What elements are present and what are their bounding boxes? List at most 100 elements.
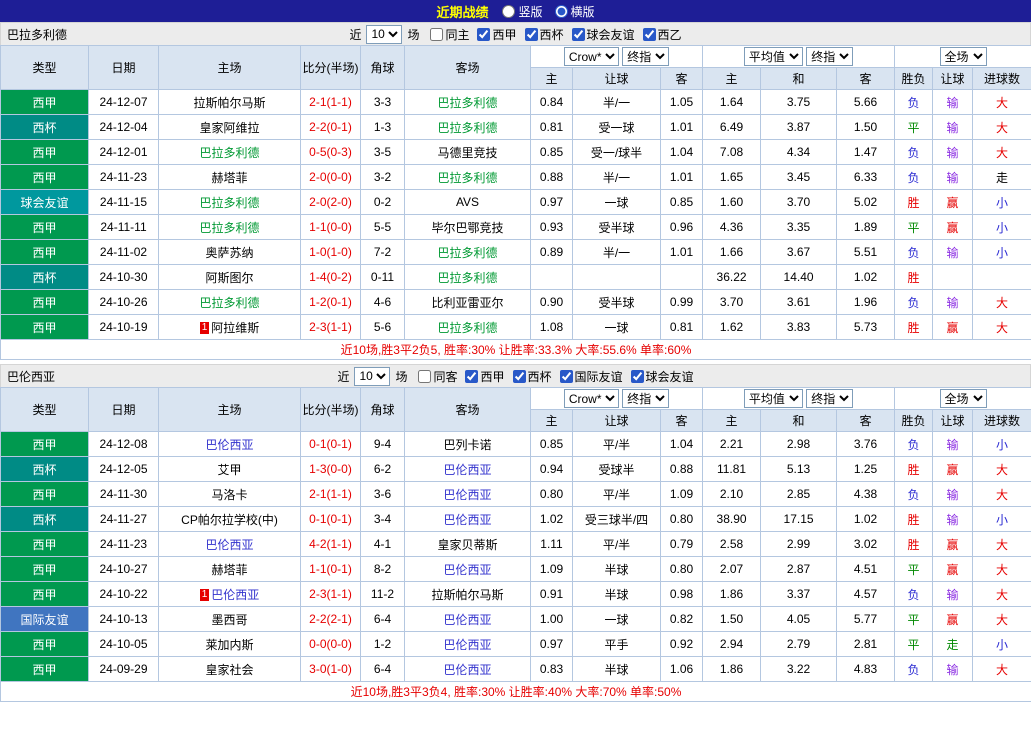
- europe-home-odds-cell: 1.50: [702, 606, 762, 632]
- home-team-cell[interactable]: 拉斯帕尔马斯: [158, 89, 301, 115]
- home-team-cell[interactable]: 巴拉多利德: [158, 189, 301, 215]
- league-cell: 西甲: [0, 581, 89, 607]
- home-team-cell[interactable]: 墨西哥: [158, 606, 301, 632]
- filter-checkbox-西乙[interactable]: 西乙: [642, 26, 682, 43]
- home-team-cell[interactable]: 赫塔菲: [158, 164, 301, 190]
- away-team-cell[interactable]: 巴拉多利德: [404, 89, 531, 115]
- away-team-cell[interactable]: 巴拉多利德: [404, 164, 531, 190]
- home-team-cell[interactable]: 莱加内斯: [158, 631, 301, 657]
- asia-away-odds-cell: 1.09: [659, 481, 704, 507]
- home-team-cell[interactable]: CP帕尔拉学校(中): [158, 506, 301, 532]
- match-row: 西杯 24-10-30 阿斯图尔 1-4(0-2) 0-11 巴拉多利德 36.22 14.4…: [0, 264, 1031, 290]
- score-cell: 1-1(0-0): [300, 214, 361, 240]
- away-team-cell[interactable]: 拉斯帕尔马斯: [404, 581, 531, 607]
- home-team-cell[interactable]: 皇家阿维拉: [158, 114, 301, 140]
- away-team-cell[interactable]: 巴拉多利德: [404, 114, 531, 140]
- europe-odds-source-select[interactable]: 平均值: [743, 389, 803, 408]
- home-team-cell[interactable]: 1 阿拉维斯: [158, 314, 301, 340]
- away-team-cell[interactable]: 比利亚雷亚尔: [404, 289, 531, 315]
- checkbox-input[interactable]: [418, 369, 432, 383]
- away-team-cell[interactable]: 巴伦西亚: [404, 506, 531, 532]
- asia-away-odds-cell: 0.88: [659, 456, 704, 482]
- handicap-result-cell: 赢: [932, 556, 974, 582]
- bookmaker-select[interactable]: Crow*: [563, 389, 619, 408]
- score-cell: 2-2(2-1): [300, 606, 361, 632]
- asia-odds-time-select[interactable]: 终指: [622, 47, 670, 66]
- away-team-cell[interactable]: 巴拉多利德: [404, 239, 531, 265]
- away-team-cell[interactable]: 毕尔巴鄂竞技: [404, 214, 531, 240]
- checkbox-input[interactable]: [477, 27, 491, 41]
- checkbox-input[interactable]: [571, 27, 585, 41]
- match-row: 西杯 24-12-05 艾甲 1-3(0-0) 6-2 巴伦西亚 0.94 受球半 0.88 11…: [0, 456, 1031, 482]
- radio-input[interactable]: [502, 4, 516, 18]
- checkbox-input[interactable]: [465, 369, 479, 383]
- radio-input[interactable]: [554, 4, 568, 18]
- away-team-cell[interactable]: 巴拉多利德: [404, 264, 531, 290]
- away-team-cell[interactable]: AVS: [404, 189, 531, 215]
- asia-odds-time-select[interactable]: 终指: [622, 389, 670, 408]
- layout-radio-竖版[interactable]: 竖版: [502, 3, 543, 20]
- europe-home-odds-cell: 6.49: [702, 114, 762, 140]
- home-team-cell[interactable]: 1 巴伦西亚: [158, 581, 301, 607]
- checkbox-label: 西乙: [657, 27, 682, 42]
- bookmaker-select[interactable]: Crow*: [563, 47, 619, 66]
- home-team-cell[interactable]: 巴伦西亚: [158, 431, 301, 457]
- checkbox-input[interactable]: [430, 27, 444, 41]
- scope-select[interactable]: 全场: [939, 47, 987, 66]
- checkbox-input[interactable]: [642, 27, 656, 41]
- home-team-cell[interactable]: 巴拉多利德: [158, 139, 301, 165]
- result-cell: 平: [894, 556, 934, 582]
- away-team-cell[interactable]: 巴伦西亚: [404, 456, 531, 482]
- handicap-result-cell: 输: [932, 164, 974, 190]
- europe-draw-odds-cell: 3.83: [760, 314, 838, 340]
- filter-checkbox-国际友谊[interactable]: 国际友谊: [559, 368, 623, 385]
- home-team-cell[interactable]: 巴拉多利德: [158, 289, 301, 315]
- europe-home-odds-cell: 38.90: [702, 506, 762, 532]
- europe-away-odds-cell: 5.77: [836, 606, 896, 632]
- home-team-cell[interactable]: 巴拉多利德: [158, 214, 301, 240]
- home-team-cell[interactable]: 马洛卡: [158, 481, 301, 507]
- filter-checkbox-西甲[interactable]: 西甲: [465, 368, 505, 385]
- home-team-cell[interactable]: 艾甲: [158, 456, 301, 482]
- home-team-cell[interactable]: 赫塔菲: [158, 556, 301, 582]
- away-team-cell[interactable]: 巴伦西亚: [404, 656, 531, 682]
- checkbox-input[interactable]: [630, 369, 644, 383]
- filter-checkbox-球会友谊[interactable]: 球会友谊: [571, 26, 635, 43]
- away-team-cell[interactable]: 巴拉多利德: [404, 314, 531, 340]
- filter-checkbox-西甲[interactable]: 西甲: [477, 26, 517, 43]
- sub-euro-draw: 和: [760, 409, 838, 432]
- checkbox-input[interactable]: [512, 369, 526, 383]
- layout-radio-横版[interactable]: 横版: [554, 3, 595, 20]
- away-team-cell[interactable]: 巴列卡诺: [404, 431, 531, 457]
- europe-away-odds-cell: 4.51: [836, 556, 896, 582]
- checkbox-input[interactable]: [524, 27, 538, 41]
- europe-odds-time-select[interactable]: 终指: [806, 47, 854, 66]
- checkbox-input[interactable]: [559, 369, 573, 383]
- europe-odds-time-select[interactable]: 终指: [806, 389, 854, 408]
- asia-handicap-cell: 半/一: [572, 239, 661, 265]
- home-team-cell[interactable]: 巴伦西亚: [158, 531, 301, 557]
- away-team-cell[interactable]: 巴伦西亚: [404, 606, 531, 632]
- recent-count-select[interactable]: 10: [354, 366, 391, 386]
- europe-odds-source-select[interactable]: 平均值: [743, 47, 803, 66]
- filter-checkbox-同主[interactable]: 同主: [430, 26, 469, 43]
- league-cell: 西甲: [0, 239, 89, 265]
- matches-body: 西甲 24-12-07 拉斯帕尔马斯 2-1(1-1) 3-3 巴拉多利德 0.84 半/一 1…: [0, 89, 1031, 340]
- filter-checkbox-同客[interactable]: 同客: [418, 368, 457, 385]
- away-team-cell[interactable]: 马德里竞技: [404, 139, 531, 165]
- filter-checkbox-球会友谊[interactable]: 球会友谊: [630, 368, 694, 385]
- europe-draw-odds-cell: 17.15: [760, 506, 838, 532]
- scope-select[interactable]: 全场: [939, 389, 987, 408]
- goals-result-cell: 大: [972, 456, 1031, 482]
- home-team-cell[interactable]: 奥萨苏纳: [158, 239, 301, 265]
- filter-checkbox-西杯[interactable]: 西杯: [524, 26, 564, 43]
- away-team-cell[interactable]: 巴伦西亚: [404, 481, 531, 507]
- asia-home-odds-cell: 0.81: [530, 114, 573, 140]
- away-team-cell[interactable]: 皇家贝蒂斯: [404, 531, 531, 557]
- filter-checkbox-西杯[interactable]: 西杯: [512, 368, 552, 385]
- away-team-cell[interactable]: 巴伦西亚: [404, 631, 531, 657]
- home-team-cell[interactable]: 皇家社会: [158, 656, 301, 682]
- away-team-cell[interactable]: 巴伦西亚: [404, 556, 531, 582]
- recent-count-select[interactable]: 10: [366, 24, 403, 44]
- home-team-cell[interactable]: 阿斯图尔: [158, 264, 301, 290]
